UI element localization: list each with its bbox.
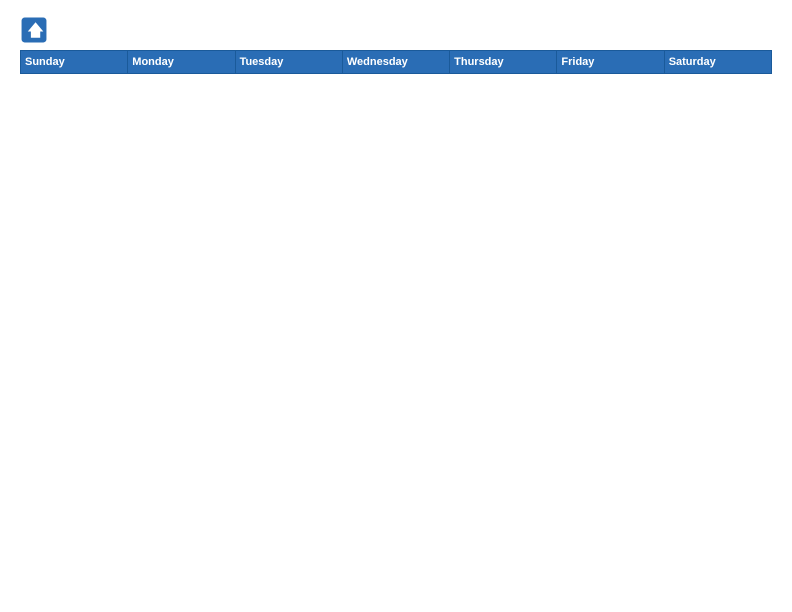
header: GeneralBlue [20,16,772,44]
weekday-header: Sunday [21,51,128,74]
weekday-header: Tuesday [235,51,342,74]
calendar-header-row: SundayMondayTuesdayWednesdayThursdayFrid… [21,51,772,74]
weekday-header: Monday [128,51,235,74]
calendar-body [21,74,772,602]
weekday-header: Saturday [664,51,771,74]
page: GeneralBlue SundayMondayTuesdayWednesday… [0,0,792,612]
calendar-table: SundayMondayTuesdayWednesdayThursdayFrid… [20,50,772,602]
weekday-header: Wednesday [342,51,449,74]
logo: GeneralBlue [20,16,52,44]
logo-icon: GeneralBlue [20,16,48,44]
weekday-header: Friday [557,51,664,74]
weekday-header: Thursday [450,51,557,74]
